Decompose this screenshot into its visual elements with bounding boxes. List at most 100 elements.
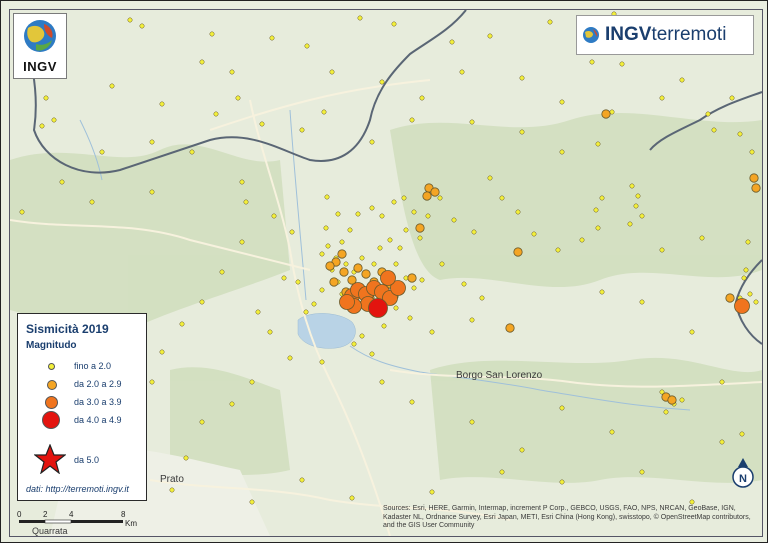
event-lt2[interactable] xyxy=(743,267,749,273)
event-lt2[interactable] xyxy=(633,203,639,209)
event-lt2[interactable] xyxy=(369,139,375,145)
event-lt2[interactable] xyxy=(239,239,245,245)
event-lt2[interactable] xyxy=(347,227,353,233)
event-lt2[interactable] xyxy=(393,305,399,311)
event-lt2[interactable] xyxy=(19,209,25,215)
event-lt2[interactable] xyxy=(635,193,641,199)
event-lt2[interactable] xyxy=(281,275,287,281)
event-lt2[interactable] xyxy=(59,179,65,185)
event-2-29[interactable] xyxy=(415,223,425,233)
event-lt2[interactable] xyxy=(249,379,255,385)
event-lt2[interactable] xyxy=(381,323,387,329)
event-lt2[interactable] xyxy=(519,129,525,135)
event-lt2[interactable] xyxy=(391,21,397,27)
event-lt2[interactable] xyxy=(357,15,363,21)
event-lt2[interactable] xyxy=(359,333,365,339)
event-lt2[interactable] xyxy=(679,397,685,403)
event-lt2[interactable] xyxy=(559,99,565,105)
event-4-49[interactable] xyxy=(368,298,388,318)
event-lt2[interactable] xyxy=(729,95,735,101)
event-lt2[interactable] xyxy=(51,117,57,123)
event-lt2[interactable] xyxy=(239,179,245,185)
event-lt2[interactable] xyxy=(593,207,599,213)
event-lt2[interactable] xyxy=(213,111,219,117)
event-2-29[interactable] xyxy=(505,323,515,333)
event-lt2[interactable] xyxy=(599,195,605,201)
event-lt2[interactable] xyxy=(139,23,145,29)
event-lt2[interactable] xyxy=(487,33,493,39)
event-lt2[interactable] xyxy=(189,149,195,155)
event-lt2[interactable] xyxy=(737,131,743,137)
event-lt2[interactable] xyxy=(595,141,601,147)
event-lt2[interactable] xyxy=(679,77,685,83)
event-lt2[interactable] xyxy=(391,199,397,205)
event-lt2[interactable] xyxy=(499,195,505,201)
event-lt2[interactable] xyxy=(629,183,635,189)
event-lt2[interactable] xyxy=(559,479,565,485)
event-lt2[interactable] xyxy=(451,217,457,223)
event-lt2[interactable] xyxy=(304,43,310,49)
event-2-29[interactable] xyxy=(337,249,347,259)
event-lt2[interactable] xyxy=(349,495,355,501)
event-lt2[interactable] xyxy=(619,61,625,67)
event-lt2[interactable] xyxy=(639,469,645,475)
event-lt2[interactable] xyxy=(319,251,325,257)
event-lt2[interactable] xyxy=(547,19,553,25)
event-2-29[interactable] xyxy=(751,183,761,193)
event-lt2[interactable] xyxy=(379,79,385,85)
event-2-29[interactable] xyxy=(601,109,611,119)
event-lt2[interactable] xyxy=(555,247,561,253)
event-lt2[interactable] xyxy=(183,455,189,461)
event-lt2[interactable] xyxy=(639,299,645,305)
event-2-29[interactable] xyxy=(325,261,335,271)
event-lt2[interactable] xyxy=(739,431,745,437)
event-lt2[interactable] xyxy=(335,211,341,217)
event-lt2[interactable] xyxy=(487,175,493,181)
event-lt2[interactable] xyxy=(471,229,477,235)
event-lt2[interactable] xyxy=(89,199,95,205)
event-lt2[interactable] xyxy=(379,379,385,385)
event-lt2[interactable] xyxy=(401,195,407,201)
event-lt2[interactable] xyxy=(324,194,330,200)
event-2-29[interactable] xyxy=(339,267,349,277)
event-lt2[interactable] xyxy=(39,123,45,129)
event-lt2[interactable] xyxy=(321,109,327,115)
event-lt2[interactable] xyxy=(719,439,725,445)
event-lt2[interactable] xyxy=(515,209,521,215)
event-2-29[interactable] xyxy=(749,173,759,183)
event-lt2[interactable] xyxy=(469,419,475,425)
event-3-39[interactable] xyxy=(734,298,750,314)
event-lt2[interactable] xyxy=(627,221,633,227)
event-lt2[interactable] xyxy=(403,227,409,233)
event-lt2[interactable] xyxy=(689,329,695,335)
event-lt2[interactable] xyxy=(299,127,305,133)
event-lt2[interactable] xyxy=(663,409,669,415)
event-lt2[interactable] xyxy=(609,429,615,435)
event-lt2[interactable] xyxy=(149,379,155,385)
event-lt2[interactable] xyxy=(595,225,601,231)
event-lt2[interactable] xyxy=(749,149,755,155)
event-lt2[interactable] xyxy=(419,95,425,101)
event-lt2[interactable] xyxy=(387,237,393,243)
event-lt2[interactable] xyxy=(339,239,345,245)
event-lt2[interactable] xyxy=(371,261,377,267)
event-lt2[interactable] xyxy=(425,213,431,219)
event-lt2[interactable] xyxy=(461,281,467,287)
event-lt2[interactable] xyxy=(159,101,165,107)
event-lt2[interactable] xyxy=(437,195,443,201)
event-lt2[interactable] xyxy=(179,321,185,327)
event-lt2[interactable] xyxy=(705,111,711,117)
event-lt2[interactable] xyxy=(359,255,365,261)
event-lt2[interactable] xyxy=(429,489,435,495)
event-3-39[interactable] xyxy=(380,270,396,286)
event-2-29[interactable] xyxy=(422,191,432,201)
event-lt2[interactable] xyxy=(235,95,241,101)
event-lt2[interactable] xyxy=(409,117,415,123)
event-lt2[interactable] xyxy=(299,477,305,483)
event-lt2[interactable] xyxy=(229,401,235,407)
event-lt2[interactable] xyxy=(559,149,565,155)
event-lt2[interactable] xyxy=(417,235,423,241)
event-lt2[interactable] xyxy=(199,419,205,425)
event-lt2[interactable] xyxy=(149,189,155,195)
event-lt2[interactable] xyxy=(159,349,165,355)
